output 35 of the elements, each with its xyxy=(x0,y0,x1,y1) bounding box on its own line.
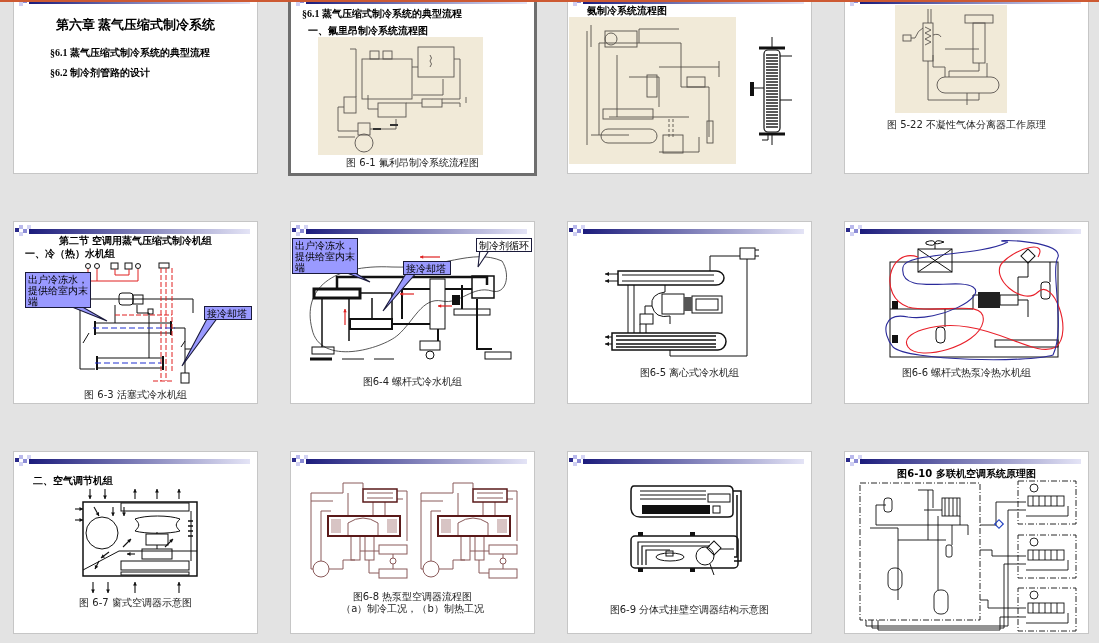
slide-subtitle: 一、氟里昂制冷系统流程图 xyxy=(308,25,428,37)
figure-caption: 图 6-1 氟利昂制冷系统流程图 xyxy=(346,157,479,168)
slide-title: 第二节 空调用蒸气压缩式制冷机组 xyxy=(58,235,213,247)
figure-caption: 图 6-7 窗式空调器示意图 xyxy=(79,597,192,608)
callout-note: 接冷却塔 xyxy=(403,261,451,275)
figure-caption: 图6-5 离心式冷水机组 xyxy=(639,367,740,378)
figure-caption: 图6-8 热泵型空调器流程图 xyxy=(352,591,473,602)
outline-item: §6.1 蒸气压缩式制冷系统的典型流程 xyxy=(50,46,210,60)
slide-title: 图6-10 多联机空调系统原理图 xyxy=(897,468,1036,480)
slide-subtitle: 一、冷（热）水机组 xyxy=(25,248,115,260)
slide-title: §6.1 蒸气压缩式制冷系统的典型流程 xyxy=(302,8,462,20)
figure-caption: 图 5-22 不凝性气体分离器工作原理 xyxy=(886,119,1047,130)
slide-thumbnail[interactable]: 图6-10 多联机空调系统原理图 xyxy=(844,451,1089,634)
slide-subtitle: 二、空气调节机组 xyxy=(33,475,113,487)
slide-title: 第六章 蒸气压缩式制冷系统 xyxy=(55,17,216,33)
figure-caption: 图6-4 螺杆式冷水机组 xyxy=(362,376,463,387)
slide-thumbnail[interactable]: 第二节 空调用蒸气压缩式制冷机组 一、冷（热）水机组 出户冷冻水，提供给室内末端 接冷却塔 图 6-3 活塞式冷水机组 xyxy=(13,221,258,404)
figure-caption: 图6-9 分体式挂壁空调器结构示意图 xyxy=(609,604,770,615)
slide-thumbnail[interactable]: 图6-5 离心式冷水机组 xyxy=(567,221,812,404)
figure-caption: （a）制冷工况，（b）制热工况 xyxy=(341,603,484,614)
slide-thumbnail[interactable]: 图6-8 热泵型空调器流程图 （a）制冷工况，（b）制热工况 xyxy=(290,451,535,634)
slide-thumbnail[interactable]: 图6-9 分体式挂壁空调器结构示意图 xyxy=(567,451,812,634)
slide-thumbnail[interactable]: §6.1 蒸气压缩式制冷系统的典型流程 一、氟里昂制冷系统流程图 图 6-1 氟利昂制冷系统流程图 xyxy=(290,2,535,174)
slide-thumbnail[interactable]: 二、空气调节机组 图 6-7 窗式空调器示意图 xyxy=(13,451,258,634)
figure-caption: 图 6-3 活塞式冷水机组 xyxy=(84,389,187,400)
callout-note: 接冷却塔 xyxy=(204,306,252,320)
slide-thumbnail[interactable]: 图 5-22 不凝性气体分离器工作原理 xyxy=(844,2,1089,174)
slide-title: 氨制冷系统流程图 xyxy=(587,5,667,17)
outline-item: §6.2 制冷剂管路的设计 xyxy=(50,66,150,80)
slide-thumbnail[interactable]: 图6-6 螺杆式热泵冷热水机组 xyxy=(844,221,1089,404)
callout-note: 出户冷冻水，提供给室内末端 xyxy=(292,238,358,274)
slide-thumbnail[interactable]: 氨制冷系统流程图 xyxy=(567,2,812,174)
slide-thumbnail[interactable]: 第六章 蒸气压缩式制冷系统 §6.1 蒸气压缩式制冷系统的典型流程 §6.2 制冷剂管路的设计 xyxy=(13,2,258,174)
slide-thumbnail[interactable]: 出户冷冻水，提供给室内末端 制冷剂循环 接冷却塔 图6-4 螺杆式冷水机组 xyxy=(290,221,535,404)
figure-caption: 图6-6 螺杆式热泵冷热水机组 xyxy=(901,367,1032,378)
